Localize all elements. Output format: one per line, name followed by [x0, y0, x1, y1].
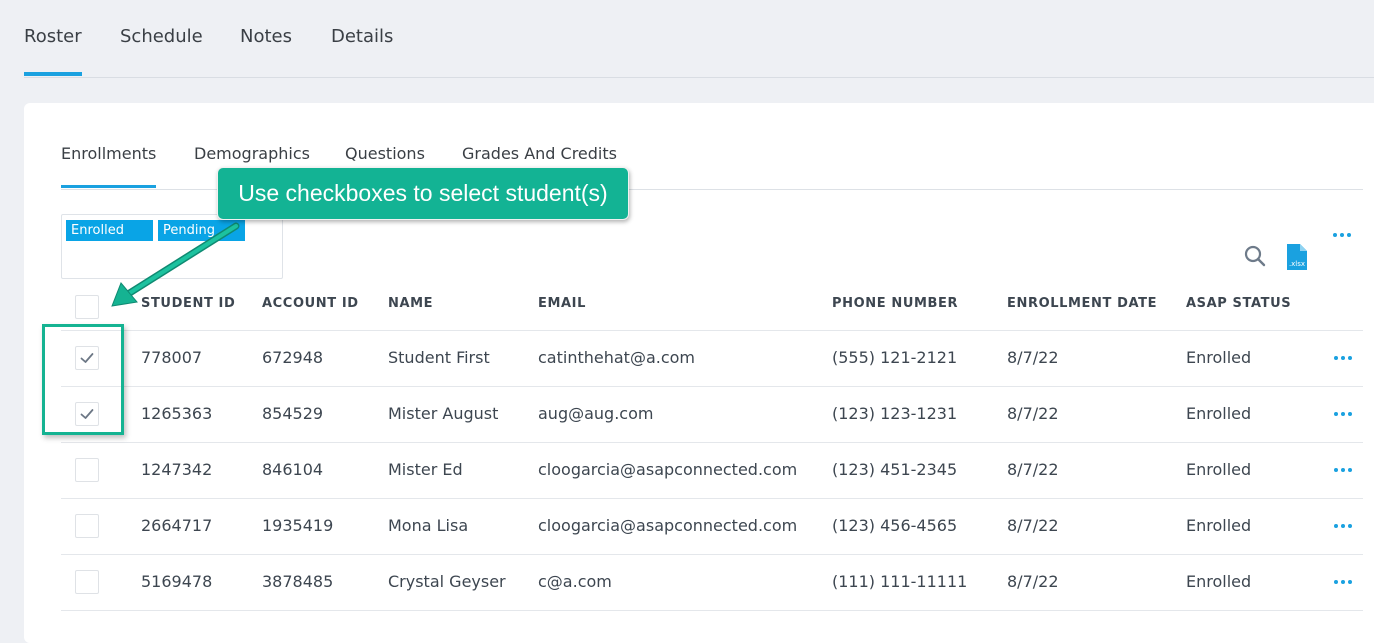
- cell-phone: (555) 121-2121: [832, 348, 958, 367]
- cell-account-id: 672948: [262, 348, 324, 367]
- tab-notes[interactable]: Notes: [240, 26, 292, 47]
- cell-email: aug@aug.com: [538, 404, 654, 423]
- row-actions-icon[interactable]: [1331, 407, 1355, 421]
- cell-name: Mona Lisa: [388, 516, 469, 535]
- cell-enrollment-date: 8/7/22: [1007, 460, 1059, 479]
- cell-enrollment-date: 8/7/22: [1007, 404, 1059, 423]
- cell-name: Crystal Geyser: [388, 572, 506, 591]
- row-actions-icon[interactable]: [1331, 519, 1355, 533]
- cell-email: catinthehat@a.com: [538, 348, 695, 367]
- filter-chip-pending[interactable]: Pending: [158, 220, 245, 241]
- row-divider: [61, 330, 1363, 331]
- cell-phone: (111) 111-11111: [832, 572, 968, 591]
- row-divider: [61, 386, 1363, 387]
- row-divider: [61, 610, 1363, 611]
- row-checkbox[interactable]: [75, 514, 99, 538]
- cell-status: Enrolled: [1186, 516, 1252, 535]
- row-actions-icon[interactable]: [1331, 463, 1355, 477]
- cell-student-id: 778007: [141, 348, 203, 367]
- tab-demographics[interactable]: Demographics: [194, 144, 310, 163]
- row-checkbox[interactable]: [75, 458, 99, 482]
- select-all-checkbox[interactable]: [75, 295, 99, 319]
- more-options-icon[interactable]: [1330, 228, 1354, 242]
- column-header-name[interactable]: NAME: [388, 296, 433, 311]
- cell-student-id: 1265363: [141, 404, 213, 423]
- cell-account-id: 1935419: [262, 516, 334, 535]
- cell-name: Mister Ed: [388, 460, 463, 479]
- cell-student-id: 2664717: [141, 516, 213, 535]
- cell-name: Student First: [388, 348, 490, 367]
- row-divider: [61, 498, 1363, 499]
- cell-student-id: 1247342: [141, 460, 213, 479]
- cell-email: cloogarcia@asapconnected.com: [538, 516, 798, 535]
- cell-account-id: 846104: [262, 460, 324, 479]
- column-header-asap-status[interactable]: ASAP STATUS: [1186, 296, 1291, 311]
- column-header-phone-number[interactable]: PHONE NUMBER: [832, 296, 958, 311]
- divider: [24, 77, 1374, 78]
- cell-account-id: 854529: [262, 404, 324, 423]
- tab-roster[interactable]: Roster: [24, 26, 82, 47]
- row-divider: [61, 554, 1363, 555]
- column-header-email[interactable]: EMAIL: [538, 296, 586, 311]
- cell-email: c@a.com: [538, 572, 612, 591]
- cell-phone: (123) 451-2345: [832, 460, 958, 479]
- cell-enrollment-date: 8/7/22: [1007, 348, 1059, 367]
- annotation-callout: Use checkboxes to select student(s): [217, 167, 629, 220]
- tab-grades-and-credits[interactable]: Grades And Credits: [462, 144, 617, 163]
- cell-enrollment-date: 8/7/22: [1007, 516, 1059, 535]
- cell-email: cloogarcia@asapconnected.com: [538, 460, 798, 479]
- row-checkbox[interactable]: [75, 570, 99, 594]
- active-subtab-indicator: [61, 185, 156, 188]
- cell-account-id: 3878485: [262, 572, 334, 591]
- cell-status: Enrolled: [1186, 404, 1252, 423]
- xlsx-label: .xlsx: [1289, 260, 1305, 268]
- row-actions-icon[interactable]: [1331, 351, 1355, 365]
- top-tab-bar: Roster Schedule Notes Details: [0, 0, 1374, 78]
- cell-status: Enrolled: [1186, 348, 1252, 367]
- search-icon[interactable]: [1243, 244, 1267, 268]
- tab-enrollments[interactable]: Enrollments: [61, 144, 156, 163]
- cell-student-id: 5169478: [141, 572, 213, 591]
- row-divider: [61, 442, 1363, 443]
- active-tab-indicator: [24, 72, 82, 76]
- cell-phone: (123) 456-4565: [832, 516, 958, 535]
- tab-details[interactable]: Details: [331, 26, 393, 47]
- filter-chip-enrolled[interactable]: Enrolled: [66, 220, 153, 241]
- cell-enrollment-date: 8/7/22: [1007, 572, 1059, 591]
- cell-status: Enrolled: [1186, 460, 1252, 479]
- cell-phone: (123) 123-1231: [832, 404, 958, 423]
- column-header-account-id[interactable]: ACCOUNT ID: [262, 296, 359, 311]
- tab-schedule[interactable]: Schedule: [120, 26, 203, 47]
- checkbox-highlight-box: [42, 324, 124, 435]
- row-actions-icon[interactable]: [1331, 575, 1355, 589]
- cell-status: Enrolled: [1186, 572, 1252, 591]
- xlsx-export-icon[interactable]: .xlsx: [1285, 243, 1309, 271]
- tab-questions[interactable]: Questions: [345, 144, 425, 163]
- cell-name: Mister August: [388, 404, 499, 423]
- column-header-student-id[interactable]: STUDENT ID: [141, 296, 235, 311]
- column-header-enrollment-date[interactable]: ENROLLMENT DATE: [1007, 296, 1157, 311]
